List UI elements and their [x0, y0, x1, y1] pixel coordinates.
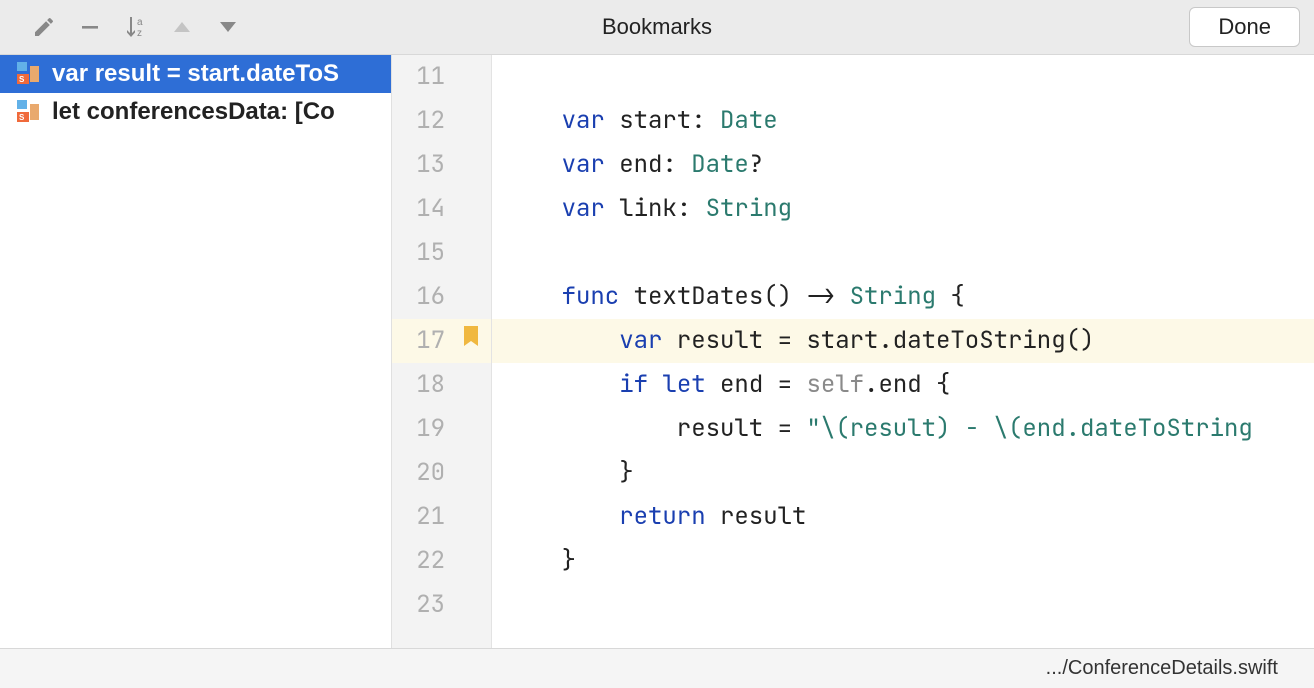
- code-line[interactable]: var result = start.dateToString(): [492, 319, 1314, 363]
- line-number: 21: [392, 495, 491, 539]
- line-number: 14: [392, 187, 491, 231]
- code-line[interactable]: func textDates() -> String {: [492, 275, 1314, 319]
- bookmark-list: Svar result = start.dateToSSlet conferen…: [0, 55, 392, 648]
- svg-text:a: a: [137, 17, 143, 28]
- remove-icon[interactable]: [76, 13, 104, 41]
- line-number: 23: [392, 583, 491, 627]
- toolbar: a z Bookmarks Done: [0, 0, 1314, 55]
- bookmark-label: let conferencesData: [Co: [52, 98, 335, 126]
- line-number: 16: [392, 275, 491, 319]
- bookmark-icon: [461, 319, 481, 363]
- line-gutter: 11121314151617181920212223: [392, 55, 492, 648]
- edit-icon[interactable]: [30, 13, 58, 41]
- move-down-icon[interactable]: [214, 13, 242, 41]
- code-line[interactable]: if let end = self.end {: [492, 363, 1314, 407]
- line-number: 20: [392, 451, 491, 495]
- swift-file-icon: S: [14, 60, 42, 88]
- line-number: 22: [392, 539, 491, 583]
- line-number: 18: [392, 363, 491, 407]
- line-number: 15: [392, 231, 491, 275]
- toolbar-left-group: a z: [30, 13, 242, 41]
- move-up-icon[interactable]: [168, 13, 196, 41]
- svg-text:z: z: [137, 28, 142, 39]
- sort-az-icon[interactable]: a z: [122, 13, 150, 41]
- svg-text:S: S: [19, 75, 25, 84]
- code-line[interactable]: }: [492, 539, 1314, 583]
- line-number: 19: [392, 407, 491, 451]
- bookmark-label: var result = start.dateToS: [52, 60, 339, 88]
- code-line[interactable]: var link: String: [492, 187, 1314, 231]
- code-line[interactable]: [492, 231, 1314, 275]
- line-number: 13: [392, 143, 491, 187]
- line-number: 17: [392, 319, 491, 363]
- bookmark-item[interactable]: Slet conferencesData: [Co: [0, 93, 391, 131]
- main-area: Svar result = start.dateToSSlet conferen…: [0, 55, 1314, 648]
- svg-text:S: S: [19, 113, 25, 122]
- line-number: 12: [392, 99, 491, 143]
- done-button[interactable]: Done: [1189, 7, 1300, 47]
- code-line[interactable]: return result: [492, 495, 1314, 539]
- code-line[interactable]: [492, 55, 1314, 99]
- code-line[interactable]: [492, 583, 1314, 627]
- code-line[interactable]: var start: Date: [492, 99, 1314, 143]
- code-line[interactable]: var end: Date?: [492, 143, 1314, 187]
- file-path: .../ConferenceDetails.swift: [1046, 657, 1278, 680]
- bookmark-item[interactable]: Svar result = start.dateToS: [0, 55, 391, 93]
- code-line[interactable]: }: [492, 451, 1314, 495]
- code-line[interactable]: result = "\(result) - \(end.dateToString: [492, 407, 1314, 451]
- code-editor[interactable]: 11121314151617181920212223 var start: Da…: [392, 55, 1314, 648]
- code-area[interactable]: var start: Date var end: Date? var link:…: [492, 55, 1314, 648]
- swift-file-icon: S: [14, 98, 42, 126]
- line-number: 11: [392, 55, 491, 99]
- status-bar: .../ConferenceDetails.swift: [0, 648, 1314, 688]
